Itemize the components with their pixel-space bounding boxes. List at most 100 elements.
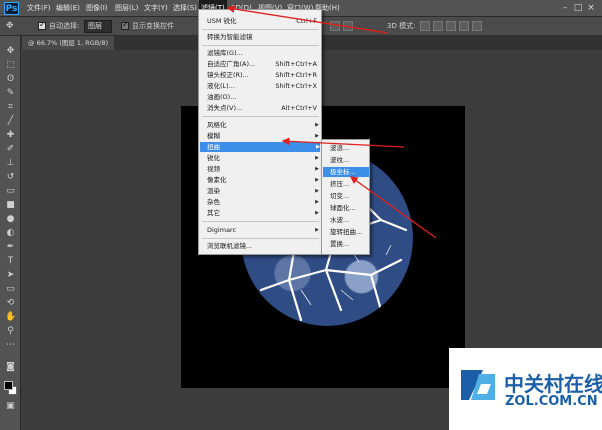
menu-item-convert-smart-filter[interactable]: 转换为智能滤镜 — [207, 32, 319, 42]
menu-item-sharpen[interactable]: 锐化 ▶ — [207, 153, 319, 163]
hand-tool-icon[interactable]: ✋ — [5, 312, 16, 323]
menu-item-lens-correction[interactable]: 镜头校正(R)... Shift+Ctrl+R — [207, 70, 319, 80]
close-button[interactable]: × — [586, 2, 596, 14]
more-tools-icon[interactable]: ⋯ — [5, 340, 16, 351]
menu-file[interactable]: 文件(F) — [25, 0, 53, 16]
menu-item-browse-online-filters[interactable]: 浏览联机滤镜... — [207, 241, 319, 251]
submenu-arrow-icon: ▶ — [315, 166, 319, 172]
menu-item-label: 扭曲 — [207, 143, 220, 151]
submenu-arrow-icon: ▶ — [315, 188, 319, 194]
menu-item-vanishing-point[interactable]: 消失点(V)... Alt+Ctrl+V — [207, 103, 319, 113]
menu-edit[interactable]: 编辑(E) — [54, 0, 82, 16]
3d-slide-icon[interactable] — [459, 21, 469, 31]
menu-item-label: 其它 — [207, 209, 220, 217]
submenu-arrow-icon: ▶ — [315, 199, 319, 205]
photoshop-logo: Ps — [4, 2, 19, 15]
menu-item-distort[interactable]: 扭曲 ▶ — [200, 142, 320, 152]
submenu-item-zigzag[interactable]: 水波... — [330, 215, 369, 225]
menu-layer[interactable]: 图层(L) — [113, 0, 140, 16]
menu-item-liquify[interactable]: 液化(L)... Shift+Ctrl+X — [207, 81, 319, 91]
auto-select-dropdown[interactable]: 图层 — [84, 20, 112, 33]
history-brush-icon[interactable]: ↺ — [5, 172, 16, 183]
submenu-item-pinch[interactable]: 挤压... — [330, 179, 369, 189]
brush-tool-icon[interactable]: ✐ — [5, 144, 16, 155]
submenu-item-displace[interactable]: 置换... — [330, 239, 369, 249]
submenu-arrow-icon: ▶ — [315, 122, 319, 128]
submenu-item-twirl[interactable]: 旋转扭曲... — [330, 227, 369, 237]
submenu-item-ripple[interactable]: 波纹... — [330, 155, 369, 165]
submenu-item-spherize[interactable]: 球面化... — [330, 203, 369, 213]
type-tool-icon[interactable]: T — [5, 256, 16, 267]
screen-mode-icon[interactable]: ▣ — [5, 401, 16, 412]
menu-item-label: 杂色 — [207, 198, 220, 206]
crop-tool-icon[interactable]: ⌗ — [5, 102, 16, 113]
menu-shortcut: Alt+Ctrl+V — [281, 104, 317, 112]
menu-item-blur[interactable]: 模糊 ▶ — [207, 131, 319, 141]
3d-rotate-icon[interactable] — [420, 21, 430, 31]
pen-tool-icon[interactable]: ✒ — [5, 242, 16, 253]
move-tool-icon[interactable]: ✥ — [6, 20, 14, 33]
submenu-arrow-icon: ▶ — [315, 177, 319, 183]
menu-item-stylize[interactable]: 风格化 ▶ — [207, 120, 319, 130]
menu-item-video[interactable]: 视频 ▶ — [207, 164, 319, 174]
menu-item-label: Digimarc — [207, 226, 237, 234]
path-select-tool-icon[interactable]: ➤ — [5, 270, 16, 281]
blur-tool-icon[interactable]: ● — [5, 214, 16, 225]
menu-item-render[interactable]: 渲染 ▶ — [207, 186, 319, 196]
filter-menu-dropdown: USM 锐化 Ctrl+F 转换为智能滤镜 滤镜库(G)... 自适应广角(A).… — [198, 9, 322, 255]
move-tool-icon[interactable]: ✥ — [5, 46, 16, 57]
3d-mode-label: 3D 模式: — [387, 22, 416, 30]
menu-item-usm-sharpen[interactable]: USM 锐化 Ctrl+F — [207, 16, 319, 26]
menu-item-adaptive-wide-angle[interactable]: 自适应广角(A)... Shift+Ctrl+A — [207, 59, 319, 69]
maximize-button[interactable]: □ — [573, 2, 583, 14]
minimize-button[interactable]: – — [560, 2, 570, 14]
3d-tool-icon[interactable]: ⟲ — [5, 298, 16, 309]
submenu-arrow-icon: ▶ — [316, 144, 320, 150]
menu-item-noise[interactable]: 杂色 ▶ — [207, 197, 319, 207]
submenu-item-shear[interactable]: 切变... — [330, 191, 369, 201]
menu-item-oil-paint[interactable]: 油画(O)... — [207, 92, 319, 102]
quick-mask-icon[interactable]: ◙ — [5, 362, 16, 373]
menu-item-label: USM 锐化 — [207, 17, 237, 25]
stamp-tool-icon[interactable]: ⊥ — [5, 158, 16, 169]
quick-select-tool-icon[interactable]: ✎ — [5, 88, 16, 99]
foreground-color-swatch[interactable] — [4, 381, 13, 390]
eraser-tool-icon[interactable]: ▭ — [5, 186, 16, 197]
zoom-tool-icon[interactable]: ⚲ — [5, 326, 16, 337]
3d-roll-icon[interactable] — [433, 21, 443, 31]
menu-item-other[interactable]: 其它 ▶ — [207, 208, 319, 218]
menu-shortcut: Ctrl+F — [296, 17, 317, 25]
menu-item-label: 锐化 — [207, 154, 220, 162]
menu-shortcut: Shift+Ctrl+X — [275, 82, 317, 90]
submenu-arrow-icon: ▶ — [315, 133, 319, 139]
menu-item-filter-gallery[interactable]: 滤镜库(G)... — [207, 48, 319, 58]
menu-type[interactable]: 文字(Y) — [142, 0, 170, 16]
gradient-tool-icon[interactable]: ■ — [5, 200, 16, 211]
align-icon[interactable] — [330, 21, 340, 31]
menu-item-digimarc[interactable]: Digimarc ▶ — [207, 225, 319, 235]
menu-image[interactable]: 图像(I) — [84, 0, 110, 16]
show-transform-label: 显示变换控件 — [132, 22, 174, 30]
healing-tool-icon[interactable]: ✚ — [5, 130, 16, 141]
submenu-item-wave[interactable]: 波浪... — [330, 143, 369, 153]
submenu-item-polar-coordinates[interactable]: 极坐标... — [323, 167, 369, 177]
shape-tool-icon[interactable]: ▭ — [5, 284, 16, 295]
menu-select[interactable]: 选择(S) — [171, 0, 199, 16]
submenu-arrow-icon: ▶ — [315, 155, 319, 161]
auto-select-checkbox[interactable] — [38, 20, 46, 30]
3d-scale-icon[interactable] — [472, 21, 482, 31]
distort-submenu: 波浪... 波纹... 极坐标... 挤压... 切变... 球面化... 水波… — [321, 139, 370, 255]
lasso-tool-icon[interactable]: ʘ — [5, 74, 16, 85]
zol-logo-icon — [461, 370, 495, 400]
watermark-site-name: 中关村在线 — [504, 372, 602, 396]
show-transform-checkbox[interactable] — [121, 20, 129, 30]
submenu-arrow-icon: ▶ — [315, 227, 319, 233]
dodge-tool-icon[interactable]: ◐ — [5, 228, 16, 239]
menu-item-pixelate[interactable]: 像素化 ▶ — [207, 175, 319, 185]
distribute-icon[interactable] — [343, 21, 353, 31]
marquee-tool-icon[interactable]: ⬚ — [5, 60, 16, 71]
menu-item-label: 自适应广角(A)... — [207, 60, 256, 68]
3d-drag-icon[interactable] — [446, 21, 456, 31]
eyedropper-tool-icon[interactable]: ╱ — [5, 116, 16, 127]
document-tab[interactable]: @ 66.7% (图层 1, RGB/8) — [22, 36, 115, 50]
